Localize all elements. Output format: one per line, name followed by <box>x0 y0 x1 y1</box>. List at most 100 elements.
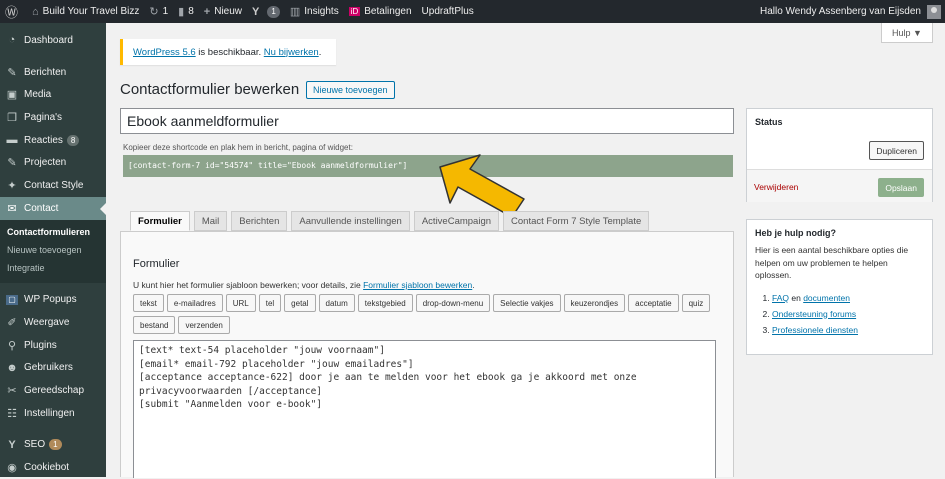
sidebar-item-gebruikers[interactable]: ☻ Gebruikers <box>0 357 106 380</box>
panel-description: U kunt hier het formulier sjabloon bewer… <box>133 280 475 290</box>
tab-formulier[interactable]: Formulier <box>130 211 190 231</box>
tab-berichten[interactable]: Berichten <box>231 211 288 231</box>
tab-style-template[interactable]: Contact Form 7 Style Template <box>503 211 650 231</box>
list-item: FAQ en documenten <box>772 290 924 306</box>
status-box: Status Dupliceren Verwijderen Opslaan <box>746 108 933 202</box>
professional-services-link[interactable]: Professionele diensten <box>772 325 858 335</box>
site-name-link[interactable]: ⌂ Build Your Travel Bizz <box>27 0 144 23</box>
tag-button-dropdown[interactable]: drop-down-menu <box>415 294 491 312</box>
ideal-icon: iD <box>348 7 361 16</box>
shortcode-label: Kopieer deze shortcode en plak hem in be… <box>123 143 353 152</box>
form-tabs: Formulier Mail Berichten Aanvullende ins… <box>130 211 653 231</box>
sidebar-item-reacties[interactable]: ▬ Reacties 8 <box>0 129 106 152</box>
sidebar-item-contact[interactable]: ✉ Contact <box>0 196 106 220</box>
list-item: Ondersteuning forums <box>772 306 924 322</box>
save-button[interactable]: Opslaan <box>878 178 924 197</box>
sidebar-item-gereedschap[interactable]: ✂ Gereedschap <box>0 379 106 402</box>
sidebar-item-wp-popups[interactable]: ▢ WP Popups <box>0 289 106 312</box>
seo-count-badge: 1 <box>49 439 62 451</box>
betalingen-link[interactable]: iD Betalingen <box>344 0 417 23</box>
tag-button-tekstgebied[interactable]: tekstgebied <box>357 294 413 312</box>
tag-button-getal[interactable]: getal <box>284 294 316 312</box>
status-actions: Verwijderen Opslaan <box>747 169 932 202</box>
tab-aanvullende-instellingen[interactable]: Aanvullende instellingen <box>291 211 410 231</box>
plugin-icon: ⚲ <box>7 339 17 352</box>
add-new-button[interactable]: Nieuwe toevoegen <box>306 81 395 99</box>
settings-icon: ☷ <box>7 407 17 420</box>
tag-button-email[interactable]: e-mailadres <box>166 294 223 312</box>
tag-button-bestand[interactable]: bestand <box>133 316 176 334</box>
tools-icon: ✂ <box>7 385 17 398</box>
wordpress-logo-icon[interactable]: Ⓦ <box>0 0 27 23</box>
page-title: Contactformulier bewerken <box>120 81 300 98</box>
tag-button-tel[interactable]: tel <box>258 294 282 312</box>
yoast-menu[interactable]: Y1 <box>247 0 285 23</box>
shortcode-field[interactable]: [contact-form-7 id="54574" title="Ebook … <box>123 155 733 177</box>
wordpress-version-link[interactable]: WordPress 5.6 <box>133 47 196 58</box>
sidebar-item-cookiebot[interactable]: ◉ Cookiebot <box>0 456 106 479</box>
comment-icon: ▮ <box>178 6 185 18</box>
insights-link[interactable]: ▥ Insights <box>285 0 344 23</box>
help-links-list: FAQ en documenten Ondersteuning forums P… <box>747 282 932 338</box>
help-tab-button[interactable]: Hulp ▼ <box>881 23 933 43</box>
tag-button-tekst[interactable]: tekst <box>133 294 164 312</box>
documents-link[interactable]: documenten <box>803 293 850 303</box>
template-docs-link[interactable]: Formulier sjabloon bewerken <box>363 280 472 290</box>
cookie-icon: ◉ <box>7 462 17 475</box>
main-content: Hulp ▼ WordPress 5.6 is beschikbaar. Nu … <box>106 23 945 478</box>
form-title-input[interactable] <box>120 108 734 134</box>
account-menu[interactable]: Hallo Wendy Assenberg van Eijsden <box>760 0 941 23</box>
contact-submenu: Contactformulieren Nieuwe toevoegen Inte… <box>0 219 106 283</box>
tag-button-verzenden[interactable]: verzenden <box>178 316 230 334</box>
sidebar-item-seo[interactable]: Y SEO 1 <box>0 434 106 457</box>
comments-count-badge: 8 <box>66 134 80 146</box>
comments-link[interactable]: ▮ 8 <box>173 0 199 23</box>
delete-link[interactable]: Verwijderen <box>754 182 798 192</box>
tag-button-datum[interactable]: datum <box>318 294 355 312</box>
tab-activecampaign[interactable]: ActiveCampaign <box>413 211 500 231</box>
pin-icon: ✎ <box>7 157 17 170</box>
faq-link[interactable]: FAQ <box>772 293 789 303</box>
admin-sidebar: ◔ Dashboard ✎ Berichten ▣ Media ❐ Pagina's ▬… <box>0 23 106 477</box>
sidebar-item-paginas[interactable]: ❐ Pagina's <box>0 106 106 129</box>
yoast-icon: Y <box>252 5 260 18</box>
sidebar-item-plugins[interactable]: ⚲ Plugins <box>0 334 106 357</box>
duplicate-button[interactable]: Dupliceren <box>869 141 924 160</box>
list-item: Professionele diensten <box>772 322 924 338</box>
media-icon: ▣ <box>6 89 18 102</box>
tag-button-acceptatie[interactable]: acceptatie <box>628 294 679 312</box>
sidebar-item-instellingen[interactable]: ☷ Instellingen <box>0 402 106 425</box>
sidebar-item-berichten[interactable]: ✎ Berichten <box>0 61 106 84</box>
form-panel: Formulier U kunt hier het formulier sjab… <box>120 231 734 478</box>
updates-link[interactable]: ↻ 1 <box>144 0 173 23</box>
sidebar-item-media[interactable]: ▣ Media <box>0 83 106 106</box>
tag-button-url[interactable]: URL <box>225 294 256 312</box>
tag-button-keuzerondjes[interactable]: keuzerondjes <box>563 294 626 312</box>
tab-mail[interactable]: Mail <box>193 211 228 231</box>
comments-icon: ▬ <box>6 134 18 147</box>
tag-button-quiz[interactable]: quiz <box>681 294 711 312</box>
support-forums-link[interactable]: Ondersteuning forums <box>772 309 856 319</box>
mail-icon: ✉ <box>7 202 17 215</box>
panel-heading: Formulier <box>133 258 180 270</box>
users-icon: ☻ <box>6 361 18 374</box>
sidebar-item-projecten[interactable]: ✎ Projecten <box>0 151 106 174</box>
dashboard-icon: ◔ <box>8 34 16 47</box>
submenu-integratie[interactable]: Integratie <box>0 259 106 277</box>
sidebar-item-dashboard[interactable]: ◔ Dashboard <box>0 29 106 52</box>
new-content-link[interactable]: + Nieuw <box>199 0 247 23</box>
update-now-link[interactable]: Nu bijwerken <box>264 47 319 58</box>
tag-button-selectie-vakjes[interactable]: Selectie vakjes <box>493 294 561 312</box>
sidebar-item-weergave[interactable]: ✐ Weergave <box>0 311 106 334</box>
tag-generator-buttons: tekst e-mailadres URL tel getal datum te… <box>133 294 723 338</box>
admin-bar: Ⓦ ⌂ Build Your Travel Bizz ↻ 1 ▮ 8 + Nieuw Y… <box>0 0 945 23</box>
submenu-nieuwe-toevoegen[interactable]: Nieuwe toevoegen <box>0 241 106 259</box>
help-box: Heb je hulp nodig? Hier is een aantal be… <box>746 219 933 355</box>
submenu-contactformulieren[interactable]: Contactformulieren <box>0 223 106 241</box>
update-notice: WordPress 5.6 is beschikbaar. Nu bijwerk… <box>120 39 336 65</box>
form-template-editor[interactable]: [text* text-54 placeholder "jouw voornaa… <box>133 340 716 478</box>
sidebar-item-contact-style[interactable]: ✦ Contact Style <box>0 174 106 197</box>
updraftplus-link[interactable]: UpdraftPlus <box>417 0 479 23</box>
twitter-icon: ✦ <box>7 179 17 192</box>
bar-chart-icon: ▥ <box>289 6 301 18</box>
